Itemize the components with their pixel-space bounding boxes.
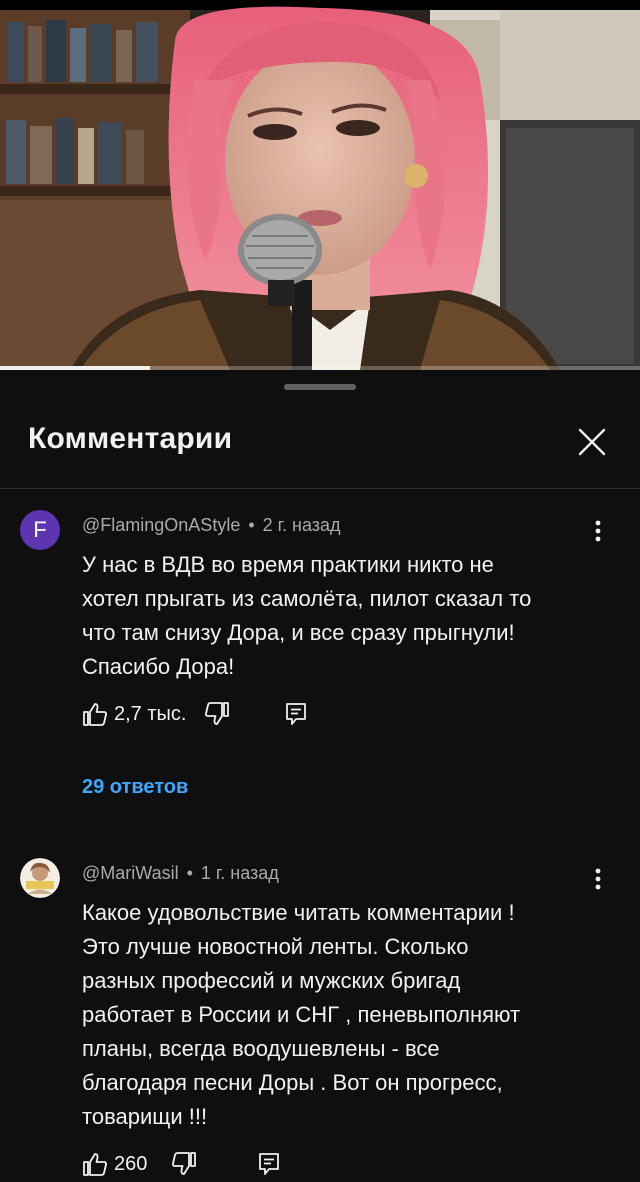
comment-text: У нас в ВДВ во время практики никто не х… (82, 552, 532, 679)
like-count: 2,7 тыс. (114, 702, 187, 725)
thumb-up-icon (83, 703, 107, 726)
avatar-image (20, 858, 60, 898)
video-frame-image (0, 0, 640, 370)
thumb-up-icon (83, 1153, 107, 1176)
comment-meta: @FlamingOnAStyle • 2 г. назад (82, 510, 341, 540)
avatar[interactable] (20, 858, 60, 898)
comment-time: 2 г. назад (262, 514, 341, 535)
sheet-title: Комментарии (28, 422, 233, 455)
comment-actions: 260 (82, 1146, 281, 1182)
comment-time: 1 г. назад (200, 862, 279, 883)
comment-menu-button[interactable] (586, 516, 610, 546)
comments-sheet: Комментарии F @FlamingOnAStyle • 2 г. на… (0, 370, 640, 1180)
more-vert-icon (595, 520, 601, 542)
view-replies-button[interactable]: 29 ответов (82, 776, 188, 799)
comment-meta: @MariWasil • 1 г. назад (82, 858, 279, 888)
reply-icon (286, 703, 307, 725)
reply-button[interactable] (284, 701, 308, 727)
comment-menu-button[interactable] (586, 864, 610, 894)
close-icon (578, 428, 606, 456)
dislike-button[interactable] (171, 1151, 197, 1177)
meta-separator: • (186, 862, 193, 883)
comment-actions: 2,7 тыс. (82, 696, 308, 732)
like-button[interactable]: 260 (82, 1151, 147, 1177)
video-player[interactable] (0, 0, 640, 370)
close-button[interactable] (572, 422, 612, 462)
reply-button[interactable] (257, 1151, 281, 1177)
dislike-button[interactable] (204, 701, 230, 727)
reply-icon (259, 1153, 280, 1175)
header-divider (0, 488, 640, 489)
avatar[interactable]: F (20, 510, 60, 550)
comment-author[interactable]: @MariWasil (82, 863, 179, 884)
drag-handle[interactable] (284, 384, 356, 390)
like-count: 260 (114, 1152, 148, 1175)
comment-text: Какое удовольствие читать комментарии ! … (82, 900, 521, 1129)
more-vert-icon (595, 868, 601, 890)
thumb-down-icon (172, 1152, 197, 1175)
meta-separator: • (248, 514, 255, 535)
like-button[interactable]: 2,7 тыс. (82, 701, 186, 727)
thumb-down-icon (205, 702, 230, 725)
comment-author[interactable]: @FlamingOnAStyle (82, 515, 240, 536)
